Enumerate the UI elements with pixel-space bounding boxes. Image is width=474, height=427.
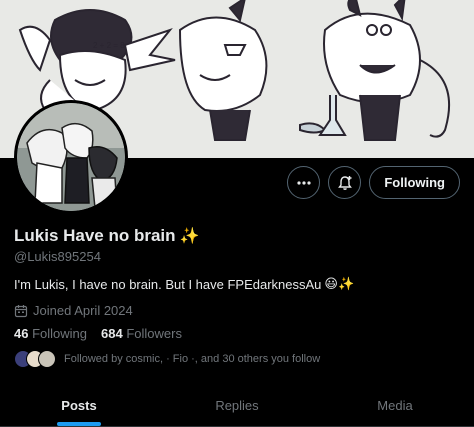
bell-plus-icon	[337, 175, 352, 190]
bio-text: I'm Lukis, I have no brain. But I have F…	[14, 276, 322, 292]
tab-replies[interactable]: Replies	[158, 384, 316, 426]
joined-date: Joined April 2024	[14, 303, 133, 318]
display-name: Lukis Have no brain	[14, 226, 176, 245]
tab-label: Media	[377, 397, 413, 413]
following-count-link[interactable]: 46 Following	[14, 326, 87, 341]
active-tab-indicator	[57, 422, 101, 426]
calendar-icon	[14, 304, 28, 317]
profile-tabs: Posts Replies Media	[0, 384, 474, 427]
more-dots-icon	[297, 180, 311, 185]
followers-count: 684	[101, 326, 123, 341]
avatar	[38, 350, 56, 368]
following-count: 46	[14, 326, 29, 341]
user-handle: @Lukis895254	[14, 249, 101, 264]
following-label: Following	[32, 326, 88, 341]
following-button[interactable]: Following	[369, 166, 460, 199]
bio-emojis: 😃✨	[324, 276, 355, 291]
display-name-row: Lukis Have no brain ✨	[14, 226, 199, 246]
followed-by-text: Followed by cosmic, · Fio ·, and 30 othe…	[64, 353, 321, 365]
tab-label: Replies	[215, 397, 259, 413]
tab-label: Posts	[61, 397, 97, 413]
sparkles-icon: ✨	[179, 228, 200, 245]
tab-posts[interactable]: Posts	[0, 384, 158, 426]
more-options-button[interactable]	[287, 166, 321, 199]
tab-media[interactable]: Media	[316, 384, 474, 426]
profile-actions: Following	[287, 166, 460, 199]
profile-bio: I'm Lukis, I have no brain. But I have F…	[14, 276, 354, 292]
followers-count-link[interactable]: 684 Followers	[101, 326, 182, 341]
followers-label: Followers	[126, 326, 182, 341]
notifications-button[interactable]	[328, 166, 362, 199]
banner-text: 2 + 2 = 8	[93, 41, 125, 50]
followed-by[interactable]: Followed by cosmic, · Fio ·, and 30 othe…	[14, 350, 320, 368]
followers-you-know-avatars	[14, 350, 56, 368]
follow-counts: 46 Following 684 Followers	[14, 326, 182, 341]
joined-text: Joined April 2024	[33, 303, 133, 318]
profile-avatar[interactable]	[14, 100, 128, 214]
